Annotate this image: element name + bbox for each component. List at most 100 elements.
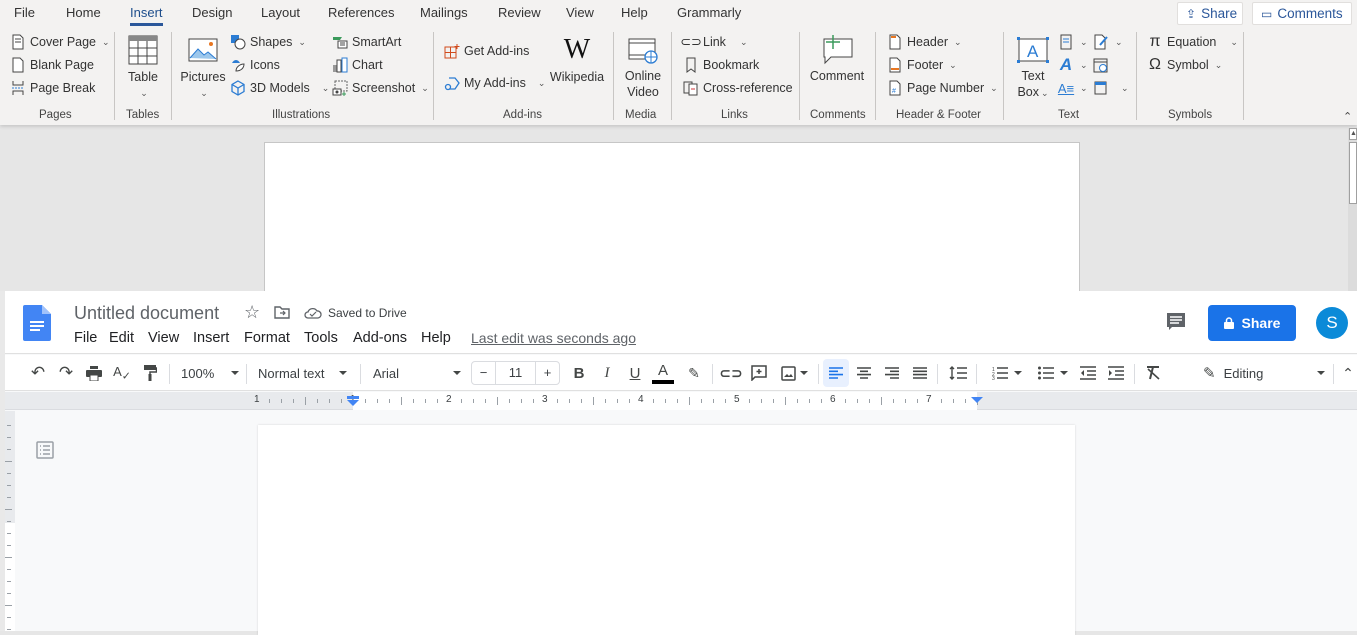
word-tab-review[interactable]: Review: [498, 5, 541, 20]
align-left-button[interactable]: [823, 359, 849, 387]
right-indent-marker-icon[interactable]: [971, 396, 983, 404]
comment-history-icon[interactable]: [1166, 312, 1186, 332]
my-addins-button[interactable]: My Add-ins ⌄: [444, 75, 545, 91]
docs-menu-help[interactable]: Help: [421, 330, 451, 346]
align-center-button[interactable]: [853, 355, 875, 391]
word-scrollbar-thumb[interactable]: [1349, 142, 1357, 204]
docs-menu-file[interactable]: File: [74, 330, 97, 346]
header-button[interactable]: Header ⌄: [887, 34, 962, 50]
insert-image-button[interactable]: [777, 355, 811, 391]
font-family-select[interactable]: Arial: [373, 355, 461, 391]
decrease-indent-button[interactable]: [1077, 355, 1099, 391]
equation-button[interactable]: π Equation ⌄: [1147, 33, 1237, 50]
blank-page-button[interactable]: Blank Page: [10, 57, 94, 73]
insert-link-button[interactable]: ⊂⊃: [719, 355, 742, 391]
horizontal-ruler[interactable]: 11234567: [5, 392, 1357, 410]
move-folder-icon[interactable]: [274, 305, 290, 319]
word-tab-references[interactable]: References: [328, 5, 394, 20]
chart-button[interactable]: Chart: [332, 57, 383, 73]
docs-menu-format[interactable]: Format: [244, 330, 290, 346]
word-tab-help[interactable]: Help: [621, 5, 648, 20]
new-comment-button[interactable]: Comment: [808, 35, 866, 84]
scroll-up-arrow-icon[interactable]: ▲: [1349, 128, 1357, 140]
bookmark-button[interactable]: Bookmark: [683, 57, 759, 73]
page-break-button[interactable]: Page Break: [10, 80, 95, 96]
word-tab-file[interactable]: File: [14, 5, 35, 20]
increase-font-size-button[interactable]: +: [535, 362, 559, 384]
link-button[interactable]: ⊂⊃ Link ⌄: [680, 34, 747, 50]
smartart-button[interactable]: SmartArt: [332, 34, 401, 50]
screenshot-button[interactable]: Screenshot ⌄: [332, 80, 429, 96]
add-comment-button[interactable]: [748, 355, 770, 391]
wordart-button[interactable]: A ⌄: [1058, 55, 1088, 74]
cross-reference-button[interactable]: Cross-reference: [683, 80, 793, 96]
word-tab-mailings[interactable]: Mailings: [420, 5, 468, 20]
3d-models-button[interactable]: 3D Models ⌄: [230, 80, 329, 96]
vertical-ruler[interactable]: [5, 411, 15, 631]
date-time-button[interactable]: [1093, 57, 1109, 73]
line-spacing-button[interactable]: [947, 355, 969, 391]
word-tab-design[interactable]: Design: [192, 5, 232, 20]
footer-button[interactable]: Footer ⌄: [887, 57, 957, 73]
get-addins-button[interactable]: Get Add-ins: [444, 43, 529, 59]
highlight-color-button[interactable]: ✎: [683, 355, 705, 391]
underline-button[interactable]: U: [624, 355, 646, 391]
docs-share-button[interactable]: Share: [1208, 305, 1296, 341]
hide-menus-button[interactable]: ⌃: [1339, 355, 1357, 391]
online-video-button[interactable]: Online Video: [622, 38, 664, 100]
font-size-input[interactable]: 11: [496, 362, 535, 384]
symbol-button[interactable]: Ω Symbol ⌄: [1147, 56, 1222, 73]
word-share-button[interactable]: ⇪ Share: [1177, 2, 1243, 25]
last-edit-link[interactable]: Last edit was seconds ago: [471, 330, 636, 346]
italic-button[interactable]: I: [596, 355, 618, 391]
bulleted-list-button[interactable]: [1033, 355, 1073, 391]
drop-cap-button[interactable]: A≡ ⌄: [1058, 80, 1088, 96]
word-tab-home[interactable]: Home: [66, 5, 101, 20]
word-document-page[interactable]: [264, 142, 1080, 292]
zoom-select[interactable]: 100%: [181, 355, 239, 391]
cover-page-button[interactable]: Cover Page ⌄: [10, 34, 110, 50]
docs-menu-tools[interactable]: Tools: [304, 330, 338, 346]
text-color-button[interactable]: A: [652, 355, 674, 391]
pictures-button[interactable]: Pictures ⌄: [180, 38, 226, 101]
document-outline-icon[interactable]: [36, 441, 54, 459]
justify-button[interactable]: [909, 355, 931, 391]
decrease-font-size-button[interactable]: −: [472, 362, 496, 384]
page-number-button[interactable]: # Page Number ⌄: [887, 80, 998, 96]
redo-button[interactable]: ↷: [55, 355, 77, 391]
left-indent-marker-icon[interactable]: [347, 396, 359, 406]
docs-menu-view[interactable]: View: [148, 330, 179, 346]
text-box-button[interactable]: A Text Box ⌄: [1013, 37, 1053, 101]
wikipedia-button[interactable]: W Wikipedia: [549, 36, 605, 85]
word-tab-grammarly[interactable]: Grammarly: [677, 5, 741, 20]
spellcheck-button[interactable]: A✓: [111, 355, 133, 391]
docs-logo-icon[interactable]: [23, 305, 51, 341]
numbered-list-button[interactable]: 123: [987, 355, 1027, 391]
undo-button[interactable]: ↶: [27, 355, 49, 391]
docs-menu-insert[interactable]: Insert: [193, 330, 229, 346]
paint-format-button[interactable]: [139, 355, 161, 391]
icons-button[interactable]: Icons: [230, 57, 280, 73]
word-tab-layout[interactable]: Layout: [261, 5, 300, 20]
collapse-ribbon-icon[interactable]: ⌃: [1343, 110, 1352, 123]
word-tab-insert[interactable]: Insert: [130, 5, 163, 26]
object-button[interactable]: ⌄: [1093, 80, 1129, 96]
signature-line-button[interactable]: ⌄: [1093, 34, 1123, 50]
docs-document-page[interactable]: [258, 425, 1075, 635]
clear-formatting-button[interactable]: [1142, 355, 1164, 391]
account-avatar[interactable]: S: [1316, 307, 1348, 339]
paragraph-style-select[interactable]: Normal text: [258, 355, 347, 391]
document-title[interactable]: Untitled document: [74, 303, 219, 324]
star-icon[interactable]: ☆: [244, 302, 260, 323]
docs-menu-addons[interactable]: Add-ons: [353, 330, 407, 346]
bold-button[interactable]: B: [568, 355, 590, 391]
docs-menu-edit[interactable]: Edit: [109, 330, 134, 346]
print-button[interactable]: [83, 355, 105, 391]
align-right-button[interactable]: [881, 355, 903, 391]
word-comments-button[interactable]: ▭ Comments: [1252, 2, 1352, 25]
editing-mode-select[interactable]: ✎ Editing: [1203, 355, 1325, 391]
increase-indent-button[interactable]: [1105, 355, 1127, 391]
quick-parts-button[interactable]: ⌄: [1058, 34, 1088, 50]
shapes-button[interactable]: Shapes ⌄: [230, 34, 306, 50]
word-tab-view[interactable]: View: [566, 5, 594, 20]
